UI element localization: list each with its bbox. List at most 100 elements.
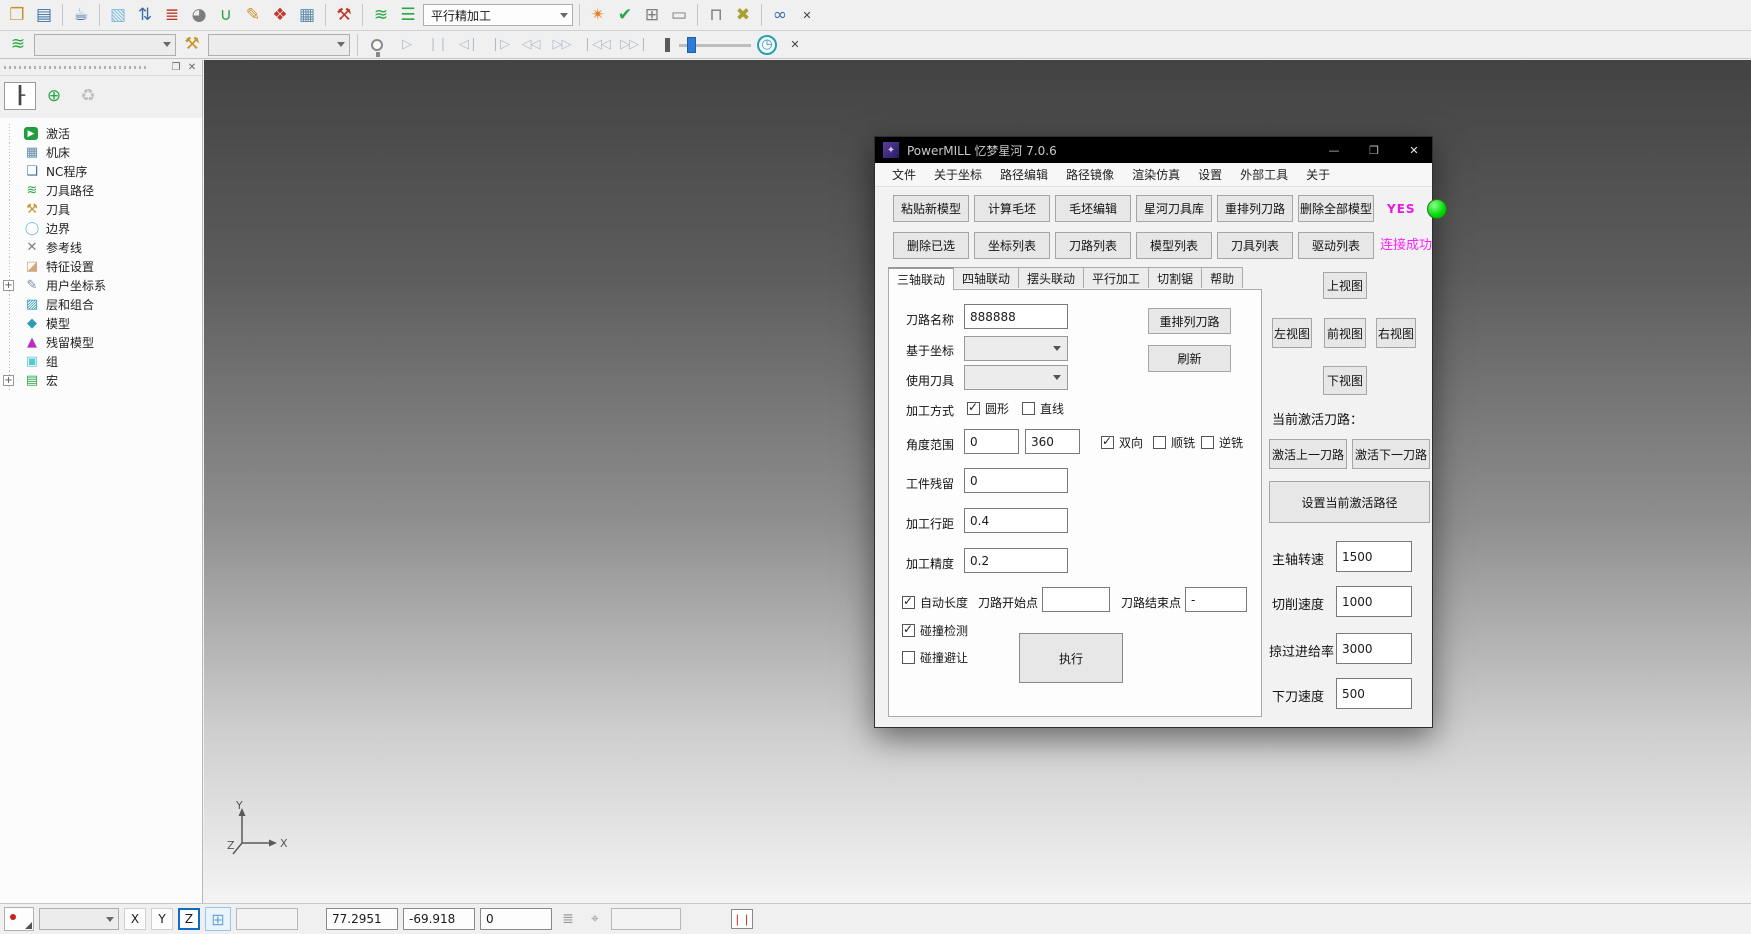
angle-from-input[interactable]: 0 xyxy=(964,429,1019,454)
tree-item-models[interactable]: ◆模型 xyxy=(0,314,202,333)
clock-icon[interactable]: ◷ xyxy=(755,33,779,57)
sim-tool-dropdown[interactable] xyxy=(208,34,350,56)
refresh-button[interactable]: 刷新 xyxy=(1148,345,1231,372)
nc-program-icon[interactable]: ≣ xyxy=(160,3,184,27)
lightbulb-icon[interactable] xyxy=(365,33,389,57)
tree-item-nc-programs[interactable]: ❏NC程序 xyxy=(0,162,202,181)
explorer-panel-header[interactable]: ❐ ✕ xyxy=(0,60,202,76)
toolbar-close-icon[interactable]: ✕ xyxy=(795,3,819,27)
based-coord-select[interactable] xyxy=(964,336,1068,361)
dialog-titlebar[interactable]: ✦ PowerMILL 忆梦星河 7.0.6 — ❐ ✕ xyxy=(875,137,1432,163)
stepover-input[interactable]: 0.4 xyxy=(964,508,1068,533)
drive-list-button[interactable]: 驱动列表 xyxy=(1298,232,1374,259)
grid-size-input[interactable] xyxy=(236,908,298,930)
menu-external-tools[interactable]: 外部工具 xyxy=(1231,163,1297,186)
coord-y-field[interactable]: -69.918 xyxy=(403,908,475,930)
tolerance-input[interactable]: 0.2 xyxy=(964,548,1068,573)
toolbar-close-icon[interactable]: ✕ xyxy=(783,33,807,57)
menu-about-coords[interactable]: 关于坐标 xyxy=(925,163,991,186)
set-current-path-button[interactable]: 设置当前激活路径 xyxy=(1269,481,1430,523)
coord-x-field[interactable]: 77.2951 xyxy=(326,908,398,930)
delete-all-models-button[interactable]: 删除全部模型 xyxy=(1298,195,1374,222)
collision-check-checkbox[interactable]: 碰撞检测 xyxy=(902,622,968,639)
menu-settings[interactable]: 设置 xyxy=(1189,163,1231,186)
move-target-icon[interactable]: ⌖ xyxy=(584,911,606,927)
clamp-icon[interactable]: ⊓ xyxy=(704,3,728,27)
z-axis-button[interactable]: Z xyxy=(178,908,200,930)
toolpath-list-button[interactable]: 刀路列表 xyxy=(1055,232,1131,259)
coords-list-button[interactable]: 坐标列表 xyxy=(974,232,1050,259)
view-right-button[interactable]: 右视图 xyxy=(1376,318,1416,348)
view-top-button[interactable]: 上视图 xyxy=(1323,272,1367,299)
menu-render-sim[interactable]: 渲染仿真 xyxy=(1123,163,1189,186)
panel-pause-icon[interactable]: ❘❘ xyxy=(731,909,753,929)
tab-3axis[interactable]: 三轴联动 xyxy=(888,267,954,290)
tab-parallel[interactable]: 平行加工 xyxy=(1083,267,1149,288)
stock-edit-button[interactable]: 毛坯编辑 xyxy=(1055,195,1131,222)
tree-item-feature-sets[interactable]: ◪特征设置 xyxy=(0,257,202,276)
toolpath-strategy-icon[interactable]: ⇅ xyxy=(133,3,157,27)
expander-icon[interactable]: + xyxy=(3,280,14,291)
rewind-icon[interactable]: ◁◁ xyxy=(517,33,544,57)
tree-item-groups[interactable]: ▣组 xyxy=(0,352,202,371)
skip-end-icon[interactable]: ▷▷❘ xyxy=(617,33,651,57)
x-axis-button[interactable]: X xyxy=(124,908,146,930)
compute-stock-button[interactable]: 计算毛坯 xyxy=(974,195,1050,222)
tab-help[interactable]: 帮助 xyxy=(1201,267,1243,288)
sim-speed-slider[interactable] xyxy=(665,35,751,55)
tree-item-activate[interactable]: ▶激活 xyxy=(0,124,202,143)
powermill-springs-icon[interactable]: ≋ xyxy=(6,33,30,57)
climb-checkbox[interactable]: 顺铣 xyxy=(1153,434,1195,451)
tree-item-levels-sets[interactable]: ▨层和组合 xyxy=(0,295,202,314)
save-project-icon[interactable]: ▤ xyxy=(32,3,56,27)
view-front-button[interactable]: 前视图 xyxy=(1324,318,1366,348)
open-project-icon[interactable]: ❒ xyxy=(5,3,29,27)
toolbox-burst-icon[interactable]: ✴ xyxy=(586,3,610,27)
paste-new-model-button[interactable]: 粘贴新模型 xyxy=(893,195,969,222)
reorder-toolpaths-button[interactable]: 重排列刀路 xyxy=(1217,195,1293,222)
tree-item-workplanes[interactable]: +✎用户坐标系 xyxy=(0,276,202,295)
strategy-list-icon[interactable]: ☰ xyxy=(396,3,420,27)
strategy-dropdown[interactable]: 平行精加工 xyxy=(423,4,573,26)
expander-icon[interactable]: + xyxy=(3,375,14,386)
model-list-button[interactable]: 模型列表 xyxy=(1136,232,1212,259)
y-axis-button[interactable]: Y xyxy=(151,908,173,930)
start-point-input[interactable] xyxy=(1042,587,1110,612)
tree-item-toolpaths[interactable]: ≋刀具路径 xyxy=(0,181,202,200)
conventional-checkbox[interactable]: 逆铣 xyxy=(1201,434,1243,451)
tool-list-button[interactable]: 刀具列表 xyxy=(1217,232,1293,259)
execute-button[interactable]: 执行 xyxy=(1019,633,1123,683)
tree-item-macros[interactable]: +▤宏 xyxy=(0,371,202,390)
coords-list-icon[interactable]: ≣ xyxy=(557,911,579,927)
fast-forward-icon[interactable]: ▷▷ xyxy=(548,33,575,57)
menu-about[interactable]: 关于 xyxy=(1297,163,1339,186)
skim-feed-input[interactable]: 3000 xyxy=(1336,633,1412,664)
slider-handle[interactable] xyxy=(687,37,696,53)
verify-check-icon[interactable]: ✔ xyxy=(613,3,637,27)
measure-input[interactable] xyxy=(611,908,681,930)
angle-to-input[interactable]: 360 xyxy=(1025,429,1080,454)
view-left-button[interactable]: 左视图 xyxy=(1272,318,1312,348)
circle-checkbox[interactable]: 圆形 xyxy=(967,400,1009,417)
tab-swivel[interactable]: 摆头联动 xyxy=(1018,267,1084,288)
reorder-toolpath-button[interactable]: 重排列刀路 xyxy=(1148,308,1231,334)
menu-file[interactable]: 文件 xyxy=(883,163,925,186)
explorer-tree-icon[interactable]: ┠ xyxy=(4,82,36,110)
view-bottom-button[interactable]: 下视图 xyxy=(1323,366,1367,395)
spindle-speed-input[interactable]: 1500 xyxy=(1336,541,1412,572)
menu-path-edit[interactable]: 路径编辑 xyxy=(991,163,1057,186)
line-checkbox[interactable]: 直线 xyxy=(1022,400,1064,417)
binoculars-icon[interactable]: ∞ xyxy=(768,3,792,27)
end-point-input[interactable]: - xyxy=(1185,587,1247,612)
minimize-icon[interactable]: — xyxy=(1315,137,1353,163)
use-tool-select[interactable] xyxy=(964,365,1068,390)
auto-length-checkbox[interactable]: 自动长度 xyxy=(902,594,968,611)
probe-tip-widget[interactable] xyxy=(4,907,34,931)
coord-z-field[interactable]: 0 xyxy=(480,908,552,930)
pattern-icon[interactable]: ✎ xyxy=(241,3,265,27)
activate-prev-button[interactable]: 激活上一刀路 xyxy=(1269,439,1347,469)
tree-item-patterns[interactable]: ✕参考线 xyxy=(0,238,202,257)
statusbar-dropdown[interactable] xyxy=(39,908,119,930)
tool-sphere-icon[interactable]: ◕ xyxy=(187,3,211,27)
play-icon[interactable]: ▷ xyxy=(393,33,420,57)
